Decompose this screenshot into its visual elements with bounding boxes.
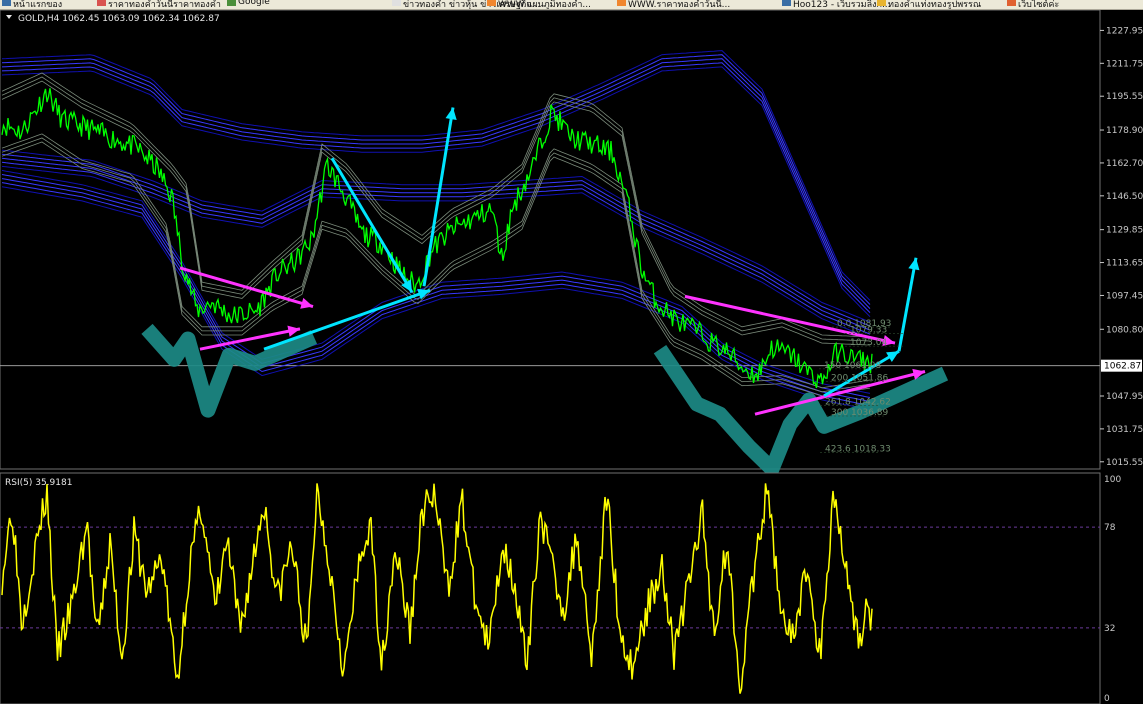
bookmark-icon (487, 0, 496, 6)
bookmark-item[interactable]: Google (227, 0, 270, 7)
bookmark-icon (2, 0, 11, 6)
price-axis-label: 1162.70 (1106, 159, 1143, 169)
price-axis-label: 1211.75 (1106, 59, 1143, 69)
price-axis-label: 1015.55 (1106, 458, 1143, 468)
trading-chart: 0.0 1081.931079.331073.04150 1061.98200 … (0, 10, 1143, 704)
bookmark-item[interactable]: เว็บไซต์ค่ะ (1007, 0, 1060, 10)
fibonacci-level-label: 200 1051.86 (831, 373, 889, 383)
rsi-title: RSI(5) 35.9181 (5, 478, 72, 488)
price-axis-label: 1146.50 (1106, 192, 1143, 202)
price-axis-label: 1080.80 (1106, 325, 1143, 335)
fibonacci-level-label: 300 1036.89 (831, 408, 889, 418)
rsi-panel: RSI(5) 35.9181 (0, 472, 1101, 704)
fibonacci-level-label: 1073.04 (850, 338, 887, 348)
price-axis-label: 1178.90 (1106, 126, 1143, 136)
price-chart-title: GOLD,H4 1062.45 1063.09 1062.34 1062.87 (18, 14, 220, 24)
bookmark-item[interactable]: WWW.แผนภูมิทองคำ... (487, 0, 592, 10)
rsi-axis: 100 78 32 0 (1104, 475, 1121, 704)
price-axis-label: 1031.75 (1106, 425, 1143, 435)
bookmark-label: Google (238, 0, 270, 7)
bookmark-label: ทองคำแท่งทองรูปพรรณ (888, 0, 982, 10)
bookmarks-bar: หน้าแรกของ ราคาทองคำวันนี้ราคาทองคำ Google… (0, 0, 1143, 10)
bookmark-label: WWW.ราคาทองคำวันนี้... (628, 0, 731, 10)
bookmark-label: Hoo123 - เว็บรวมลิงก์... (793, 0, 891, 10)
rsi-axis-label: 100 (1104, 475, 1121, 485)
bookmark-item[interactable]: ราคาทองคำวันนี้ราคาทองคำ (97, 0, 221, 10)
bookmark-item[interactable]: Hoo123 - เว็บรวมลิงก์... (782, 0, 891, 10)
price-axis-label: 1097.45 (1106, 291, 1143, 301)
price-axis-label: 1227.95 (1106, 26, 1143, 36)
price-axis: 1227.95 1211.75 1195.55 1178.90 1162.70 1146.… (1100, 26, 1143, 468)
bookmark-item[interactable]: ทองคำแท่งทองรูปพรรณ (877, 0, 982, 10)
bookmark-label: ราคาทองคำวันนี้ราคาทองคำ (108, 0, 221, 10)
rsi-axis-label: 0 (1104, 694, 1110, 704)
bookmark-icon (1007, 0, 1016, 6)
bookmark-icon (877, 0, 886, 6)
fibonacci-level-label: 1079.33 (850, 325, 887, 335)
bookmark-icon (617, 0, 626, 6)
bookmark-icon (97, 0, 106, 6)
bookmark-label: เว็บไซต์ค่ะ (1018, 0, 1060, 10)
bookmark-label: หน้าแรกของ (13, 0, 63, 10)
bookmark-icon (782, 0, 791, 6)
fibonacci-level-label: 423.6 1018.33 (825, 444, 891, 454)
price-axis-label: 1113.65 (1106, 259, 1143, 269)
rsi-axis-label: 78 (1104, 523, 1116, 533)
current-price-label: 1062.87 (1104, 362, 1141, 372)
price-panel: 0.0 1081.931079.331073.04150 1061.98200 … (0, 10, 1101, 477)
price-axis-label: 1129.85 (1106, 226, 1143, 236)
bookmark-item[interactable]: หน้าแรกของ (2, 0, 63, 10)
fibonacci-level-label: 150 1061.98 (824, 361, 882, 371)
price-axis-label: 1195.55 (1106, 92, 1143, 102)
bookmark-icon (227, 0, 236, 6)
price-axis-label: 1047.95 (1106, 392, 1143, 402)
bookmark-item[interactable]: WWW.ราคาทองคำวันนี้... (617, 0, 731, 10)
bookmark-label: WWW.แผนภูมิทองคำ... (498, 0, 592, 10)
fibonacci-level-label: 261.8 1042.62 (825, 397, 891, 407)
bookmark-icon (392, 0, 401, 6)
rsi-axis-label: 32 (1104, 624, 1115, 634)
